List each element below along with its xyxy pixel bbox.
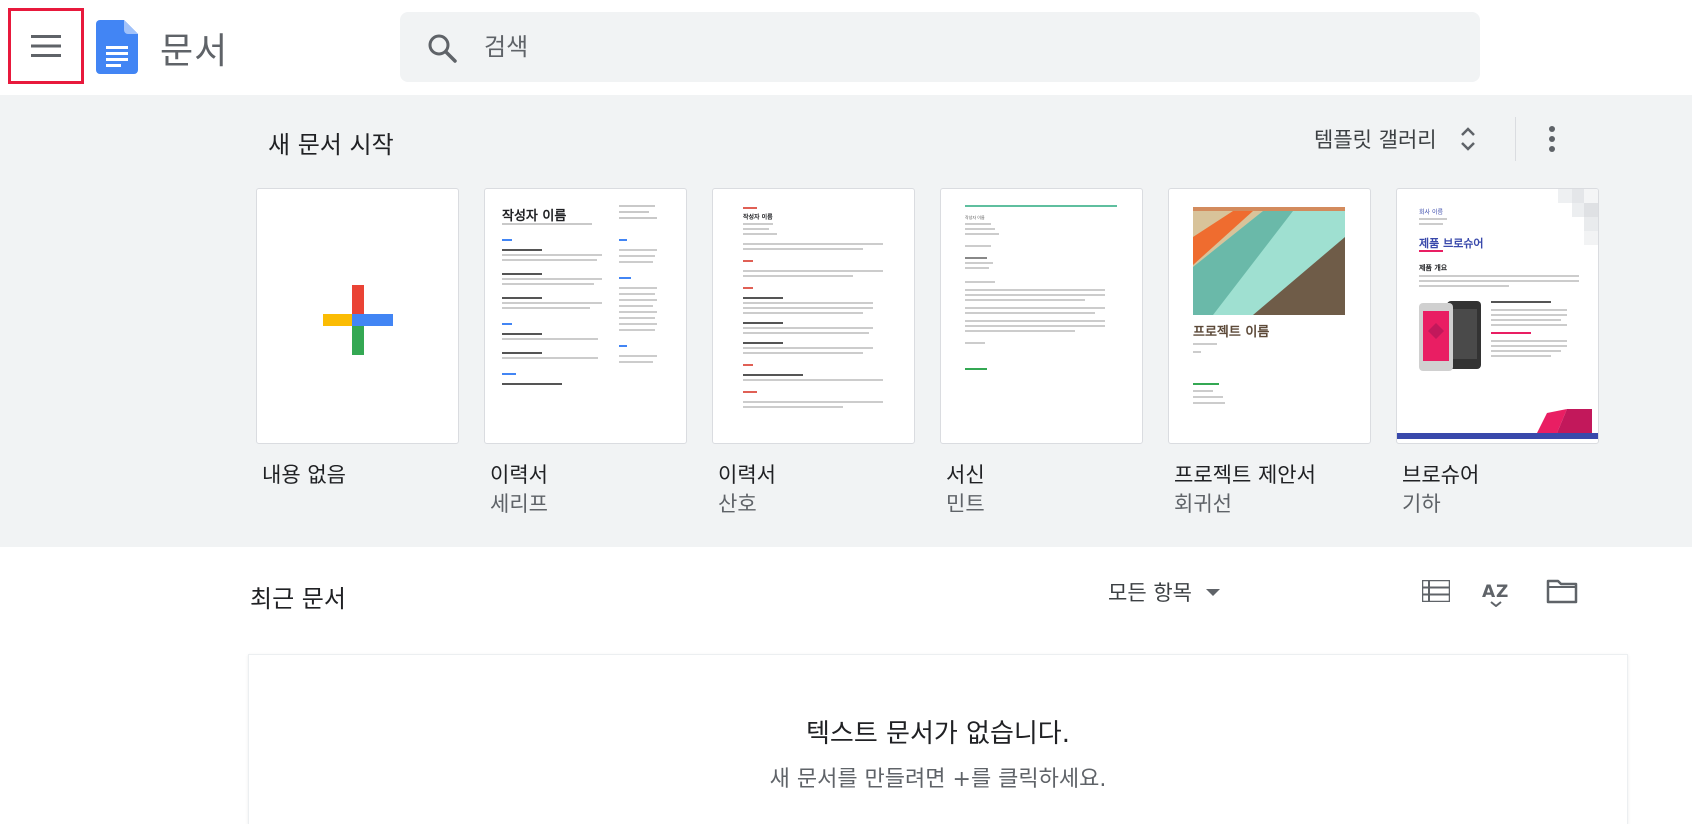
preview-title: 프로젝트 이름 [1193,325,1270,340]
template-sub-project-proposal: 회귀선 [1174,492,1232,516]
empty-state-title: 텍스트 문서가 없습니다. [806,719,1070,749]
owner-filter-label: 모든 항목 [1108,581,1192,605]
template-name-blank[interactable]: 내용 없음 [262,459,346,489]
list-view-button[interactable] [1418,574,1454,608]
template-name-resume-serif[interactable]: 이력서 [490,459,548,489]
brochure-corner-pattern [1558,189,1598,245]
template-card-blank[interactable] [256,188,459,444]
sort-options-button[interactable]: A Z [1480,574,1516,608]
svg-text:A: A [1482,582,1496,602]
recent-documents-heading: 최근 문서 [250,585,346,613]
template-name-brochure[interactable]: 브로슈어 [1402,459,1479,489]
template-gallery-button[interactable]: 템플릿 갤러리 [1314,121,1477,157]
open-file-picker-button[interactable] [1544,574,1580,608]
preview-left-column [502,239,622,385]
preview-features [1491,301,1571,357]
more-options-button[interactable] [1534,119,1570,159]
template-name-resume-coral[interactable]: 이력서 [718,459,776,489]
plus-icon [323,285,393,355]
svg-text:Z: Z [1496,582,1508,602]
preview-company: 회사 이름 [1419,209,1443,216]
phone-image [1419,301,1481,371]
template-card-letter-mint[interactable]: 작성자 이름 [940,188,1143,444]
template-card-resume-coral[interactable]: 작성자 이름 [712,188,915,444]
dropdown-arrow-icon [1205,588,1220,596]
template-section: 새 문서 시작 템플릿 갤러리 작성자 이름 작성자 이름 작성자 이름 프로젝… [0,95,1692,547]
template-name-project-proposal[interactable]: 프로젝트 제안서 [1174,459,1316,489]
template-sub-letter: 민트 [946,492,985,516]
preview-title: 작성자 이름 [502,209,567,224]
template-card-resume-serif[interactable]: 작성자 이름 [484,188,687,444]
header-divider [1515,117,1516,161]
preview-section: 제품 개요 [1419,264,1448,272]
empty-state-subtitle: 새 문서를 만들려면 +를 클릭하세요. [769,767,1107,792]
brochure-footer-shapes [1397,409,1598,439]
preview-intro [1419,275,1579,287]
more-vert-icon [1549,126,1555,152]
unfold-more-icon [1460,127,1475,151]
template-sub-brochure: 기하 [1402,492,1441,516]
preview-title: 작성자 이름 [743,214,773,221]
recent-documents-empty-state: 텍스트 문서가 없습니다. 새 문서를 만들려면 +를 클릭하세요. [248,654,1628,824]
template-gallery-label: 템플릿 갤러리 [1314,128,1437,152]
sort-az-icon: A Z [1482,582,1508,607]
template-section-heading: 새 문서 시작 [268,131,394,159]
preview-title: 제품 브로슈어 [1419,237,1484,250]
template-sub-resume-serif: 세리프 [490,492,548,516]
template-card-project-proposal[interactable]: 프로젝트 이름 [1168,188,1371,444]
preview-body [743,223,893,408]
list-view-icon [1422,580,1450,602]
owner-filter-dropdown[interactable]: 모든 항목 [1108,577,1220,607]
preview-body [965,223,1115,370]
template-name-letter[interactable]: 서신 [946,459,985,489]
proposal-cover-art [1193,207,1345,315]
preview-sender: 작성자 이름 [965,215,985,220]
template-card-brochure[interactable]: 회사 이름 제품 브로슈어 제품 개요 [1396,188,1599,444]
folder-icon [1546,579,1578,604]
template-sub-resume-coral: 산호 [718,492,757,516]
preview-right-column [619,239,659,363]
